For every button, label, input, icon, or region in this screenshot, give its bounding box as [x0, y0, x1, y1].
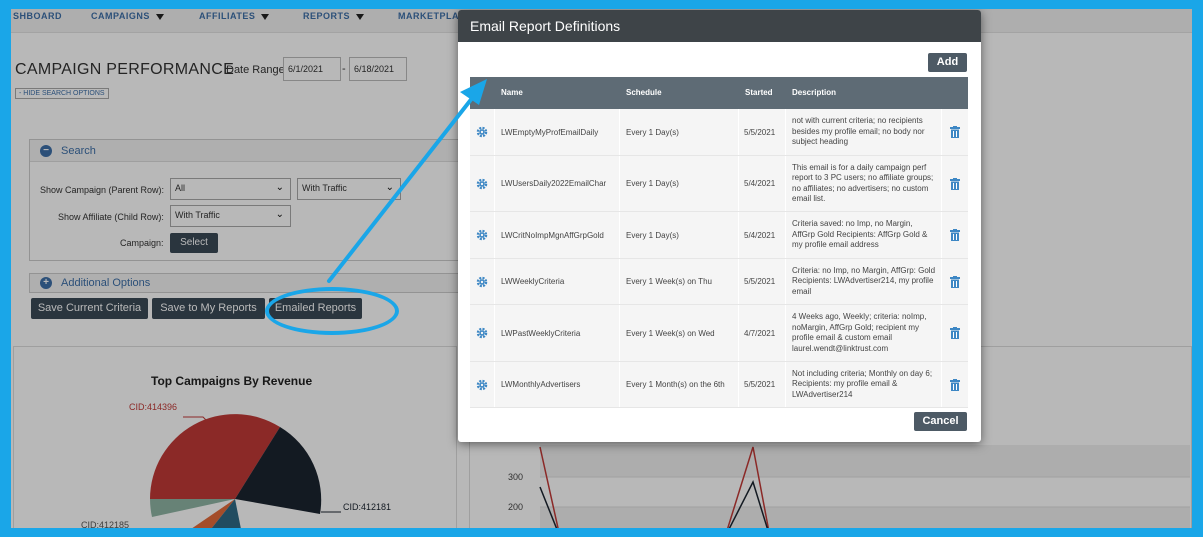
app-screen: SHBOARD CAMPAIGNS AFFILIATES REPORTS MAR… [11, 9, 1192, 528]
pointer-arrow [327, 79, 487, 283]
